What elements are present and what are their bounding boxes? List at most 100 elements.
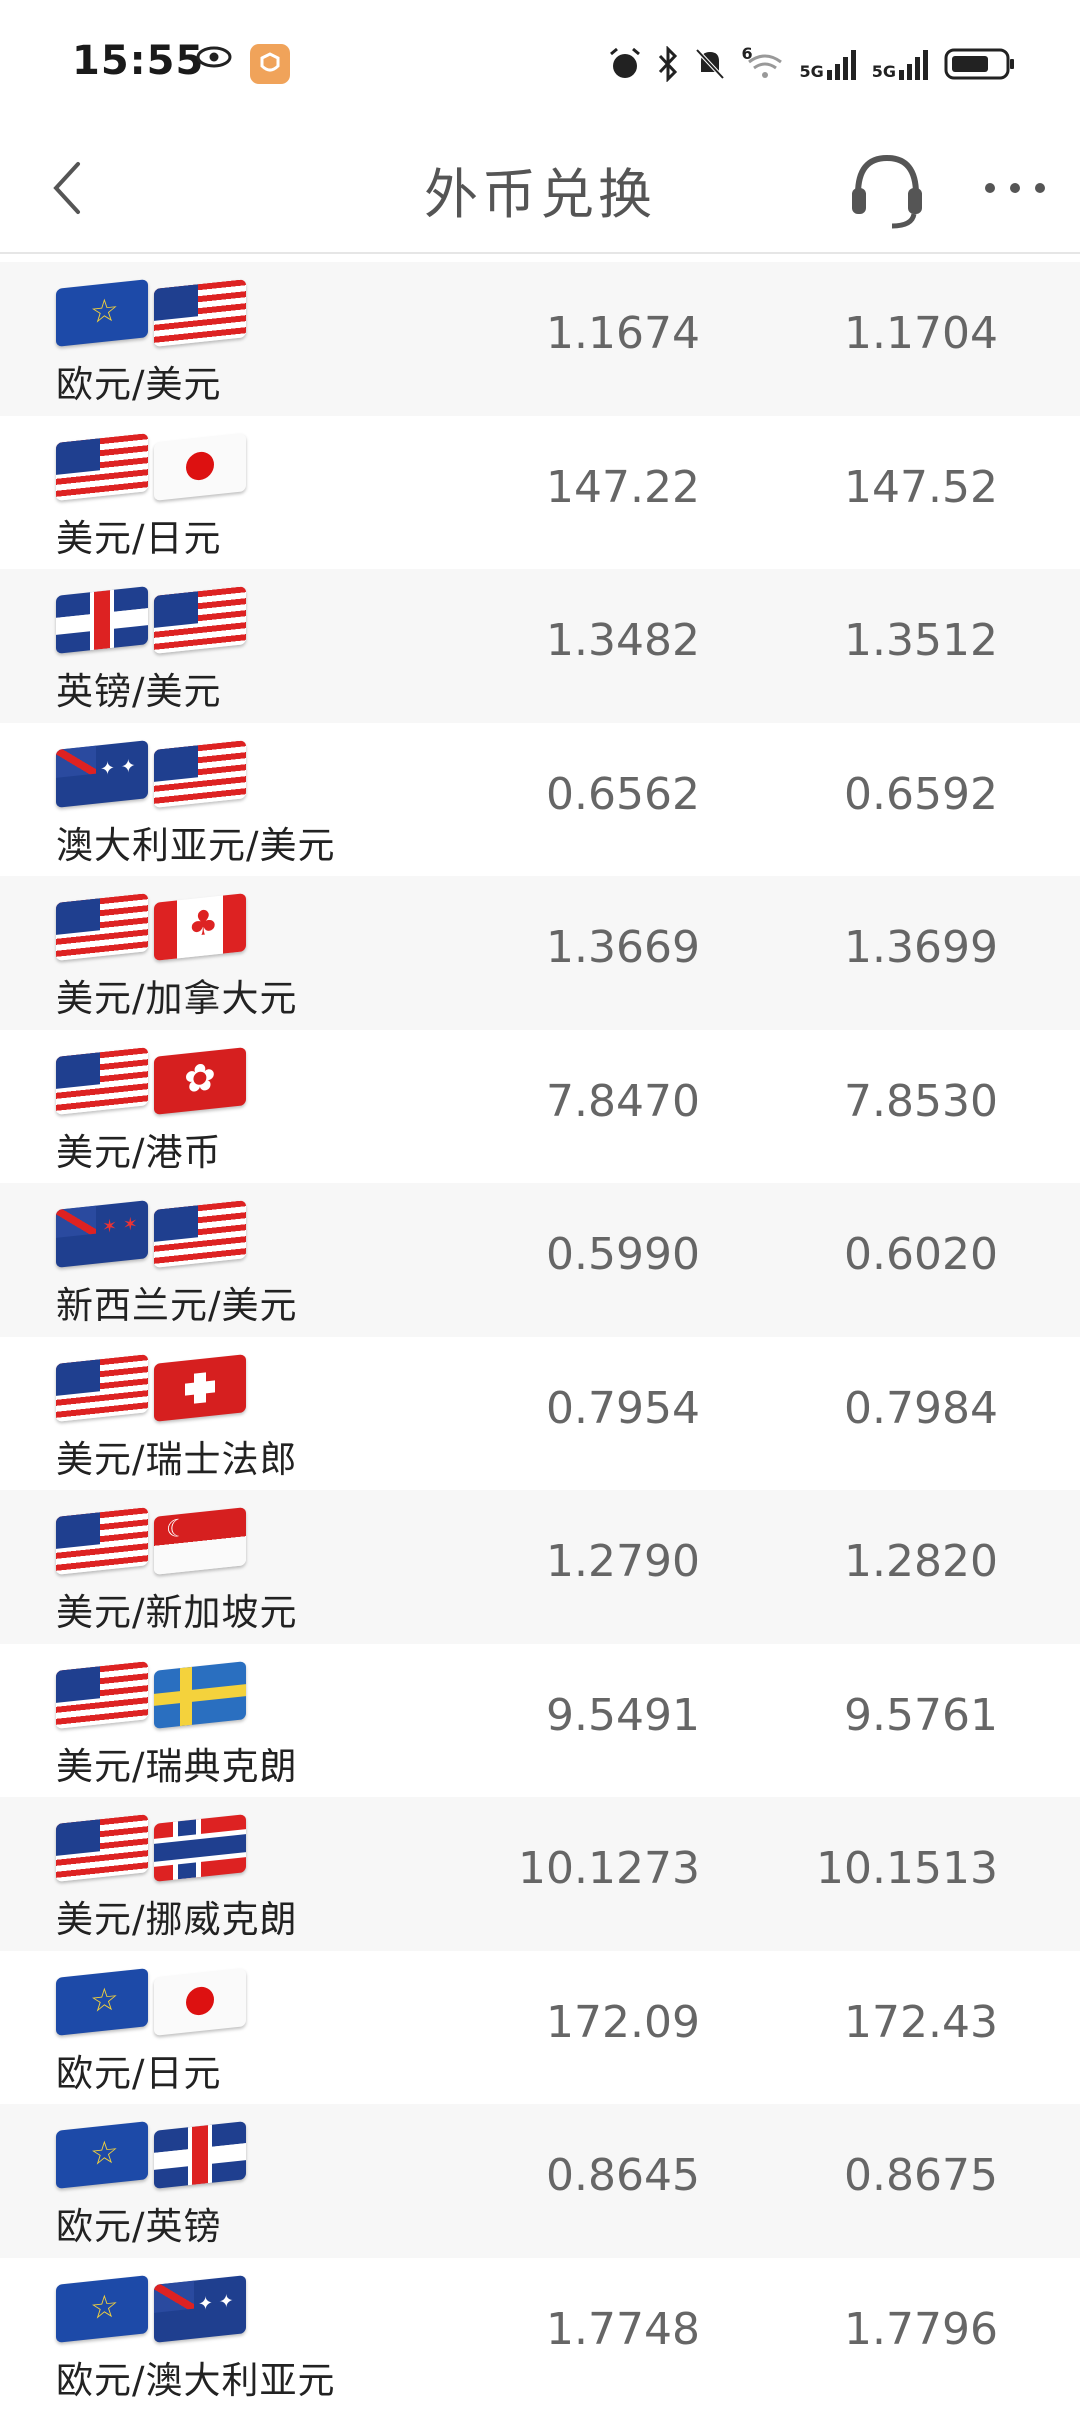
- rate-row[interactable]: 英镑/美元 1.3482 1.3512: [0, 569, 1080, 723]
- ask-price: 147.52: [844, 462, 998, 513]
- flag-pair: [56, 1819, 246, 1877]
- ca-flag-icon: [154, 893, 246, 961]
- flag-pair: [56, 2126, 246, 2184]
- ask-price: 10.1513: [816, 1843, 998, 1894]
- rate-row[interactable]: 美元/加拿大元1.36691.3699: [0, 876, 1080, 1030]
- bid-price: 0.7954: [546, 1383, 700, 1434]
- us-flag-icon: [56, 1354, 148, 1422]
- us-flag-icon: [154, 1200, 246, 1268]
- jp-flag-icon: [154, 433, 246, 501]
- bluetooth-icon: [657, 46, 679, 82]
- flag-pair: [56, 1359, 246, 1417]
- signal-5g-icon: 5G: [872, 48, 930, 80]
- status-bar: 15:55 6 5G 5G: [0, 0, 1080, 120]
- bid-price: 1.3482: [546, 615, 700, 666]
- rate-row[interactable]: 美元/瑞士法郎 0.7954 0.7984: [0, 1337, 1080, 1491]
- bid-price: 0.6562: [546, 769, 700, 820]
- signal-5g-icon: 5G: [799, 48, 857, 80]
- currency-pair-label: 澳大利亚元/美元: [56, 815, 335, 869]
- rate-row[interactable]: 欧元/澳大利亚元 1.7748 1.7796: [0, 2258, 1080, 2411]
- flag-pair: [56, 2280, 246, 2338]
- flag-pair: [56, 745, 246, 803]
- us-flag-icon: [56, 1507, 148, 1575]
- ask-price: 0.6020: [844, 1229, 998, 1280]
- currency-pair-label: 欧元/美元: [56, 354, 221, 408]
- bid-price: 0.5990: [546, 1229, 700, 1280]
- currency-pair-label: 美元/港币: [56, 1122, 221, 1176]
- currency-pair-label: 新西兰元/美元: [56, 1275, 297, 1329]
- eye-icon: [196, 46, 232, 68]
- bid-price: 1.1674: [546, 308, 700, 359]
- au-flag-icon: [154, 2275, 246, 2343]
- ask-price: 1.1704: [844, 308, 998, 359]
- flag-pair: [56, 1973, 246, 2031]
- rate-row[interactable]: 美元/港币 7.8470 7.8530: [0, 1030, 1080, 1184]
- ask-price: 1.7796: [844, 2304, 998, 2355]
- wifi-icon: 6: [741, 46, 785, 82]
- currency-pair-label: 美元/加拿大元: [56, 968, 297, 1022]
- currency-pair-label: 美元/瑞士法郎: [56, 1429, 297, 1483]
- flag-pair: [56, 1052, 246, 1110]
- sg-flag-icon: [154, 1507, 246, 1575]
- alarm-icon: [607, 46, 643, 82]
- bid-price: 10.1273: [518, 1843, 700, 1894]
- us-flag-icon: [154, 586, 246, 654]
- no-flag-icon: [154, 1814, 246, 1882]
- flag-pair: [56, 1666, 246, 1724]
- currency-pair-label: 美元/挪威克朗: [56, 1889, 297, 1943]
- status-icons: 6 5G 5G: [607, 40, 1016, 88]
- ask-price: 172.43: [844, 1997, 998, 2048]
- ask-price: 1.3699: [844, 922, 998, 973]
- mute-icon: [693, 46, 727, 82]
- bid-price: 147.22: [546, 462, 700, 513]
- ask-price: 9.5761: [844, 1690, 998, 1741]
- battery-icon: [944, 46, 1016, 82]
- rate-row[interactable]: 澳大利亚元/美元 0.6562 0.6592: [0, 723, 1080, 877]
- us-flag-icon: [56, 1661, 148, 1729]
- rate-row[interactable]: 美元/瑞典克朗 9.5491 9.5761: [0, 1644, 1080, 1798]
- currency-pair-label: 欧元/澳大利亚元: [56, 2350, 335, 2404]
- ask-price: 7.8530: [844, 1076, 998, 1127]
- bid-price: 0.8645: [546, 2150, 700, 2201]
- rate-row[interactable]: 欧元/日元172.09172.43: [0, 1951, 1080, 2105]
- currency-pair-label: 美元/瑞典克朗: [56, 1736, 297, 1790]
- bid-price: 9.5491: [546, 1690, 700, 1741]
- rate-row[interactable]: 欧元/英镑 0.8645 0.8675: [0, 2104, 1080, 2258]
- flag-pair: [56, 284, 246, 342]
- jp-flag-icon: [154, 1968, 246, 2036]
- headset-icon[interactable]: [848, 150, 926, 232]
- rate-row[interactable]: 美元/新加坡元 1.2790 1.2820: [0, 1490, 1080, 1644]
- ch-flag-icon: [154, 1354, 246, 1422]
- ask-price: 0.8675: [844, 2150, 998, 2201]
- rate-row[interactable]: 美元/挪威克朗 10.1273 10.1513: [0, 1797, 1080, 1951]
- ask-price: 1.2820: [844, 1536, 998, 1587]
- currency-pair-label: 英镑/美元: [56, 661, 221, 715]
- currency-pair-label: 美元/新加坡元: [56, 1582, 297, 1636]
- flag-pair: [56, 898, 246, 956]
- status-time: 15:55: [72, 38, 204, 84]
- rate-list: 欧元/美元1.16741.1704美元/日元147.22147.52英镑/美元1…: [0, 262, 1080, 2411]
- bid-price: 7.8470: [546, 1076, 700, 1127]
- nz-flag-icon: [56, 1200, 148, 1268]
- eu-flag-icon: [56, 1968, 148, 2036]
- flag-pair: [56, 438, 246, 496]
- hk-flag-icon: [154, 1047, 246, 1115]
- us-flag-icon: [154, 740, 246, 808]
- rate-row[interactable]: 新西兰元/美元 0.5990 0.6020: [0, 1183, 1080, 1337]
- ask-price: 0.7984: [844, 1383, 998, 1434]
- rate-row[interactable]: 欧元/美元 1.1674 1.1704: [0, 262, 1080, 416]
- eu-flag-icon: [56, 2121, 148, 2189]
- bid-price: 1.2790: [546, 1536, 700, 1587]
- ask-price: 0.6592: [844, 769, 998, 820]
- eu-flag-icon: [56, 279, 148, 347]
- ask-price: 1.3512: [844, 615, 998, 666]
- us-flag-icon: [56, 433, 148, 501]
- bid-price: 1.7748: [546, 2304, 700, 2355]
- rate-row[interactable]: 美元/日元147.22147.52: [0, 416, 1080, 570]
- gb-flag-icon: [56, 586, 148, 654]
- currency-pair-label: 欧元/英镑: [56, 2196, 221, 2250]
- gb-flag-icon: [154, 2121, 246, 2189]
- us-flag-icon: [154, 279, 246, 347]
- more-dots-icon[interactable]: [982, 178, 1048, 198]
- flag-pair: [56, 1512, 246, 1570]
